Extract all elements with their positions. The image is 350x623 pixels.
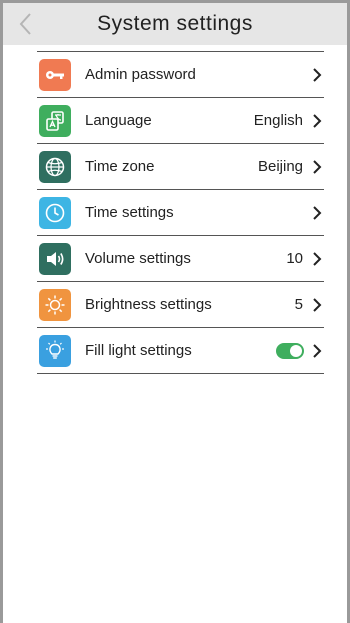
globe-icon	[39, 150, 71, 183]
time-settings-label: Time settings	[85, 204, 174, 221]
language-value: English	[253, 112, 303, 129]
chevron-right-icon	[313, 205, 322, 220]
time-zone-value: Beijing	[257, 158, 303, 175]
lightbulb-icon	[39, 334, 71, 367]
header-bar: System settings	[3, 3, 347, 45]
clock-icon	[39, 196, 71, 229]
translate-icon	[39, 104, 71, 137]
time-settings-row[interactable]: Time settings	[37, 190, 324, 236]
language-row[interactable]: Language English	[37, 98, 324, 144]
admin-password-label: Admin password	[85, 66, 196, 83]
settings-list: Admin password Language English Time zon…	[37, 51, 324, 374]
brightness-value: 5	[294, 296, 303, 313]
volume-settings-label: Volume settings	[85, 250, 191, 267]
toggle-knob	[290, 344, 302, 357]
sun-icon	[39, 288, 71, 321]
language-label: Language	[85, 112, 152, 129]
chevron-right-icon	[313, 251, 322, 266]
fill-light-settings-label: Fill light settings	[85, 342, 192, 359]
speaker-icon	[39, 242, 71, 275]
settings-screen: System settings Admin password Language …	[0, 0, 350, 623]
chevron-right-icon	[313, 159, 322, 174]
volume-settings-row[interactable]: Volume settings 10	[37, 236, 324, 282]
admin-password-row[interactable]: Admin password	[37, 52, 324, 98]
volume-value: 10	[286, 250, 303, 267]
fill-light-settings-row[interactable]: Fill light settings	[37, 328, 324, 374]
time-zone-label: Time zone	[85, 158, 155, 175]
brightness-settings-label: Brightness settings	[85, 296, 212, 313]
key-icon	[39, 58, 71, 91]
chevron-right-icon	[313, 67, 322, 82]
chevron-right-icon	[313, 343, 322, 358]
time-zone-row[interactable]: Time zone Beijing	[37, 144, 324, 190]
fill-light-toggle[interactable]	[276, 342, 304, 359]
page-title: System settings	[97, 12, 253, 35]
chevron-right-icon	[313, 113, 322, 128]
brightness-settings-row[interactable]: Brightness settings 5	[37, 282, 324, 328]
chevron-right-icon	[313, 297, 322, 312]
